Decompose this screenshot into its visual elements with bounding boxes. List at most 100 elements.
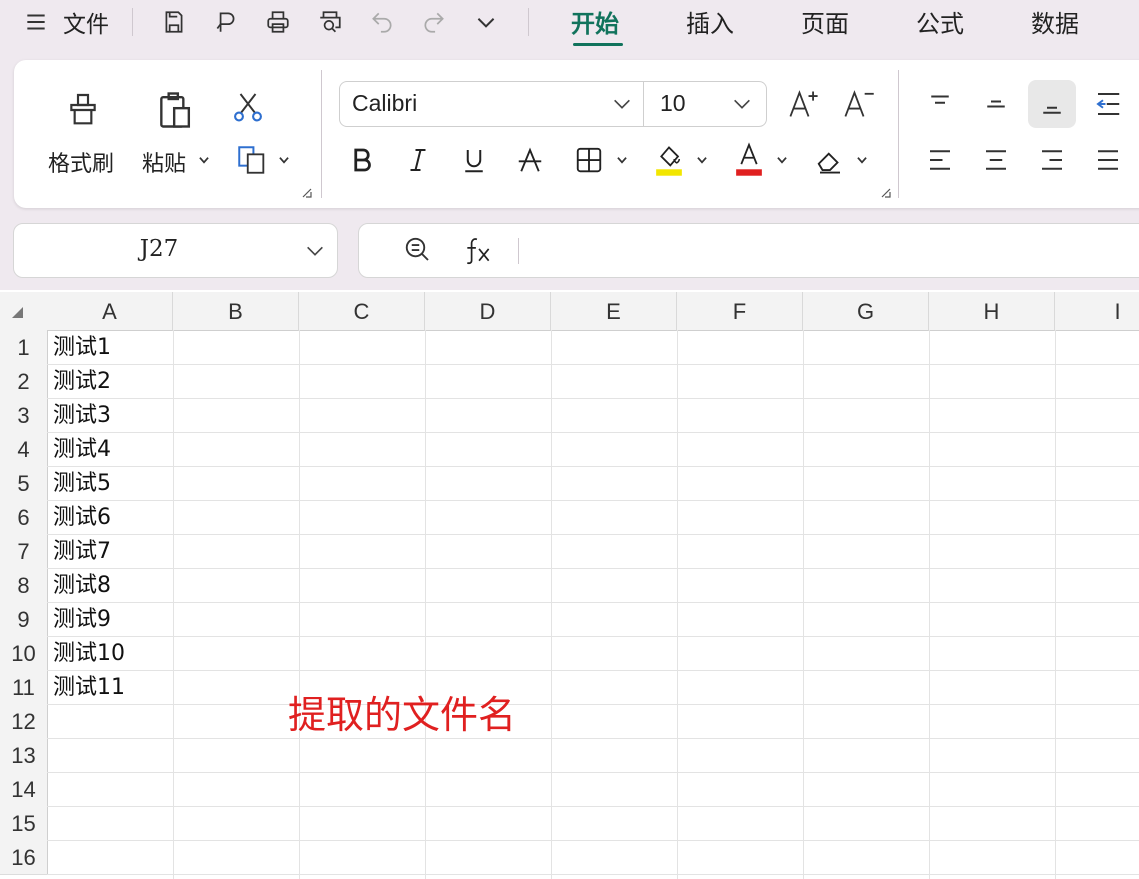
format-painter-label[interactable]: 格式刷 — [48, 146, 114, 178]
row-header[interactable]: 5 — [0, 466, 48, 501]
justify-icon[interactable] — [1090, 142, 1126, 178]
font-color-icon[interactable] — [732, 140, 766, 178]
font-size-select[interactable]: 10 — [660, 90, 686, 117]
gridline — [47, 500, 1139, 501]
tab-page[interactable]: 页面 — [801, 4, 849, 39]
column-header-g[interactable]: G — [803, 292, 929, 331]
row-header[interactable]: 9 — [0, 602, 48, 637]
row-header[interactable]: 7 — [0, 534, 48, 569]
row-header[interactable]: 14 — [0, 772, 48, 807]
undo-icon[interactable] — [366, 6, 398, 38]
decrease-font-size-icon[interactable] — [841, 84, 877, 124]
align-bottom-icon[interactable] — [1028, 80, 1076, 128]
align-left-icon[interactable] — [922, 142, 958, 178]
column-header-i[interactable]: I — [1055, 292, 1139, 331]
print-preview-icon[interactable] — [314, 6, 346, 38]
font-color-dropdown-icon[interactable] — [774, 152, 790, 168]
share-icon[interactable] — [210, 6, 242, 38]
gridline — [425, 330, 426, 879]
cell-a6[interactable]: 测试6 — [53, 500, 111, 534]
copy-dropdown-icon[interactable] — [276, 152, 292, 168]
strikethrough-icon[interactable] — [514, 144, 546, 176]
fill-color-icon[interactable] — [652, 140, 686, 178]
hamburger-menu-icon[interactable] — [22, 6, 50, 38]
font-name-select[interactable]: Calibri — [352, 90, 417, 117]
row-header[interactable]: 12 — [0, 704, 48, 739]
name-box[interactable]: J27 — [13, 223, 338, 278]
zoom-formula-icon[interactable] — [403, 235, 433, 265]
redo-icon[interactable] — [418, 6, 450, 38]
insert-function-icon[interactable] — [461, 234, 495, 266]
align-middle-icon[interactable] — [978, 86, 1014, 122]
row-header[interactable]: 6 — [0, 500, 48, 535]
eraser-icon[interactable] — [812, 142, 848, 178]
gridline — [47, 772, 1139, 773]
tab-insert[interactable]: 插入 — [686, 4, 734, 39]
row-header[interactable]: 1 — [0, 330, 48, 365]
clipboard-dialog-launcher-icon[interactable] — [301, 187, 313, 199]
increase-font-size-icon[interactable] — [786, 84, 822, 124]
font-dialog-launcher-icon[interactable] — [880, 187, 892, 199]
column-header-a[interactable]: A — [47, 292, 173, 331]
column-header-b[interactable]: B — [173, 292, 299, 331]
scissors-icon[interactable] — [228, 86, 268, 126]
paste-icon[interactable] — [152, 86, 200, 134]
gridline — [47, 534, 1139, 535]
align-top-icon[interactable] — [922, 86, 958, 122]
name-box-dropdown-icon[interactable] — [302, 238, 328, 264]
paste-label[interactable]: 粘贴 — [142, 146, 186, 178]
underline-icon[interactable] — [458, 144, 490, 176]
gridline — [173, 330, 174, 879]
row-header[interactable]: 3 — [0, 398, 48, 433]
column-header-c[interactable]: C — [299, 292, 425, 331]
select-all-corner[interactable] — [0, 292, 48, 331]
top-bar: 文件 开始 插入 页面 公式 数据 格式刷 粘贴 Calibri 10 J27 — [0, 0, 1139, 290]
row-header[interactable]: 10 — [0, 636, 48, 671]
row-header[interactable]: 13 — [0, 738, 48, 773]
align-center-icon[interactable] — [978, 142, 1014, 178]
align-right-icon[interactable] — [1034, 142, 1070, 178]
row-header[interactable]: 4 — [0, 432, 48, 467]
row-header[interactable]: 16 — [0, 840, 48, 875]
cell-a5[interactable]: 测试5 — [53, 466, 111, 500]
font-name-dropdown-icon[interactable] — [610, 92, 634, 116]
cell-a10[interactable]: 测试10 — [53, 636, 125, 670]
cell-a11[interactable]: 测试11 — [53, 670, 125, 704]
column-header-f[interactable]: F — [677, 292, 803, 331]
tab-home[interactable]: 开始 — [571, 4, 619, 39]
paste-dropdown-icon[interactable] — [196, 152, 212, 168]
fill-color-dropdown-icon[interactable] — [694, 152, 710, 168]
chevron-down-icon[interactable] — [470, 6, 502, 38]
cell-a7[interactable]: 测试7 — [53, 534, 111, 568]
column-header-e[interactable]: E — [551, 292, 677, 331]
bold-icon[interactable] — [346, 144, 378, 176]
borders-icon[interactable] — [572, 144, 606, 176]
cell-a9[interactable]: 测试9 — [53, 602, 111, 636]
tab-data[interactable]: 数据 — [1031, 4, 1079, 39]
cell-a8[interactable]: 测试8 — [53, 568, 111, 602]
copy-icon[interactable] — [232, 140, 272, 180]
formula-input[interactable] — [529, 232, 1133, 270]
row-header[interactable]: 15 — [0, 806, 48, 841]
decrease-indent-icon[interactable] — [1090, 86, 1126, 122]
save-icon[interactable] — [158, 6, 190, 38]
row-header[interactable]: 2 — [0, 364, 48, 399]
cell-a1[interactable]: 测试1 — [53, 330, 111, 364]
row-header[interactable]: 8 — [0, 568, 48, 603]
tab-formulas[interactable]: 公式 — [916, 4, 964, 39]
italic-icon[interactable] — [402, 144, 434, 176]
cell-a3[interactable]: 测试3 — [53, 398, 111, 432]
row-header[interactable]: 11 — [0, 670, 48, 705]
gridline — [1055, 330, 1056, 879]
divider — [528, 8, 529, 36]
cell-a2[interactable]: 测试2 — [53, 364, 111, 398]
file-menu[interactable]: 文件 — [60, 6, 112, 38]
print-icon[interactable] — [262, 6, 294, 38]
format-painter-icon[interactable] — [61, 88, 105, 132]
column-header-h[interactable]: H — [929, 292, 1055, 331]
column-header-d[interactable]: D — [425, 292, 551, 331]
clear-dropdown-icon[interactable] — [854, 152, 870, 168]
cell-a4[interactable]: 测试4 — [53, 432, 111, 466]
borders-dropdown-icon[interactable] — [614, 152, 630, 168]
font-size-dropdown-icon[interactable] — [730, 92, 754, 116]
